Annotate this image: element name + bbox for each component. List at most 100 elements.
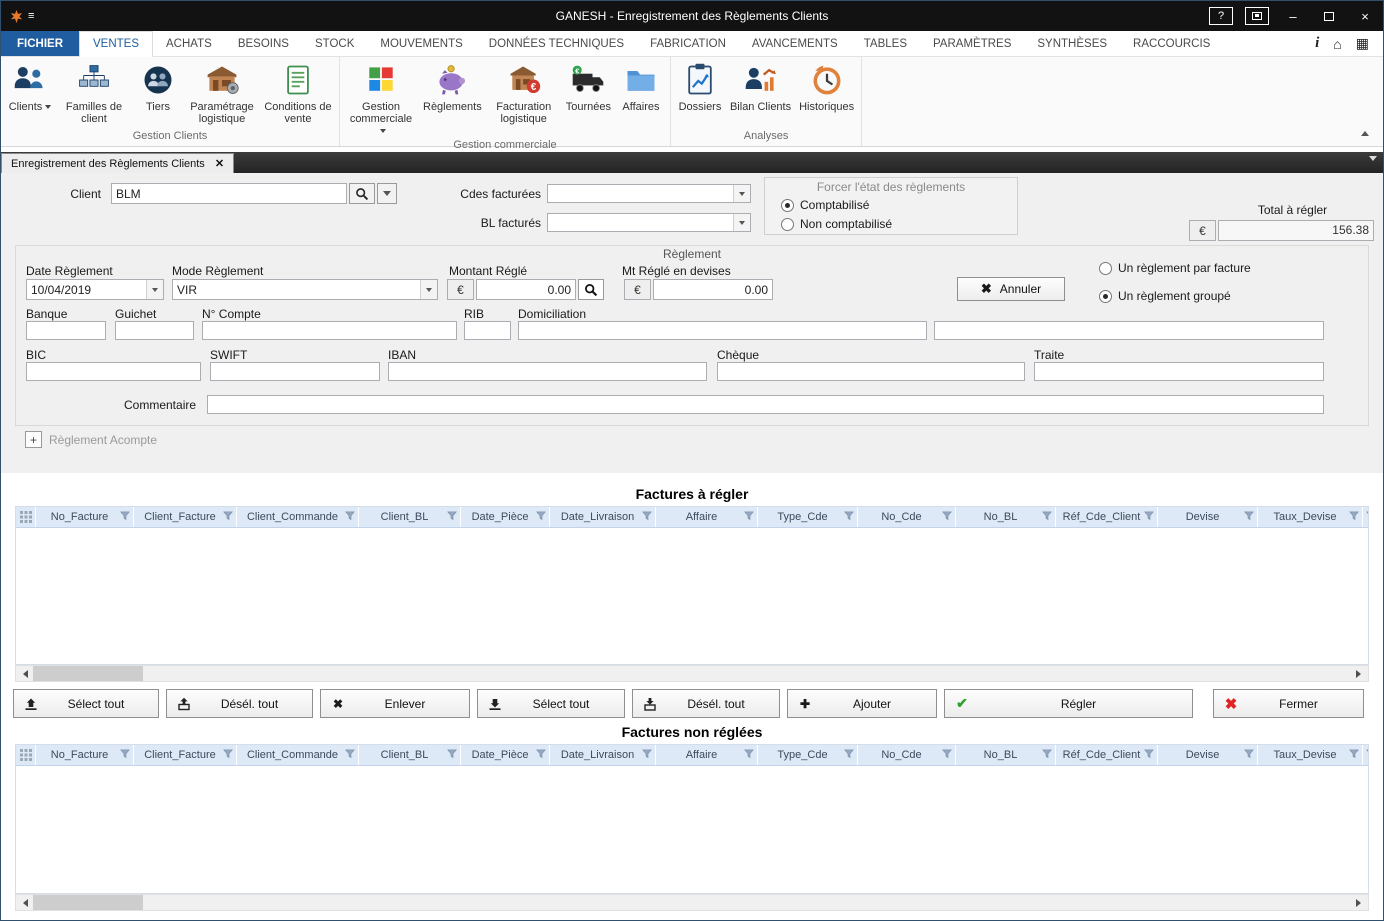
app-icon[interactable]: ≡ [9,9,34,24]
menu-tab-parametres[interactable]: PARAMÈTRES [920,31,1024,56]
close-button[interactable]: × [1347,1,1383,31]
filter-funnel-icon[interactable] [120,508,130,526]
radio-reglement-par-facture[interactable]: Un règlement par facture [1099,261,1251,275]
radio-reglement-groupe[interactable]: Un règlement groupé [1099,289,1231,303]
column-header-devise[interactable]: Devise [1158,507,1258,527]
filter-funnel-icon[interactable] [1144,746,1154,764]
ribbon-button-tournees[interactable]: €Tournées [562,58,615,113]
document-tab[interactable]: Enregistrement des Règlements Clients ✕ [1,153,234,173]
horizontal-scrollbar[interactable] [15,894,1369,911]
annuler-button[interactable]: ✖ Annuler [957,277,1065,301]
help-button[interactable]: ? [1203,1,1239,31]
column-header-ref-cde-client[interactable]: Réf_Cde_Client [1056,507,1158,527]
column-header-no-bl[interactable]: No_BL [956,507,1056,527]
filter-funnel-icon[interactable] [1349,508,1359,526]
minimize-button[interactable]: – [1275,1,1311,31]
column-header-no-bl[interactable]: No_BL [956,745,1056,765]
column-header-affaire[interactable]: Affaire [656,745,758,765]
ribbon-button-affaires[interactable]: Affaires [615,58,667,113]
filter-funnel-icon[interactable] [942,508,952,526]
menu-tab-fichier[interactable]: FICHIER [1,31,79,56]
scroll-right-button[interactable] [1351,666,1368,681]
cheque-input[interactable] [717,362,1025,381]
ribbon-button-clients[interactable]: Clients [4,58,56,113]
column-header-affaire[interactable]: Affaire [656,507,758,527]
column-header-client-bl[interactable]: Client_BL [359,507,461,527]
client-dropdown-button[interactable] [377,183,397,204]
horizontal-scrollbar[interactable] [15,665,1369,682]
column-header-a[interactable]: A [1363,507,1368,527]
compte-input[interactable] [202,321,457,340]
home-icon[interactable]: ⌂ [1333,36,1341,52]
filter-funnel-icon[interactable] [536,508,546,526]
menu-tab-donnees-techniques[interactable]: DONNÉES TECHNIQUES [476,31,637,56]
scrollbar-thumb[interactable] [33,895,143,910]
column-header-ref-cde-client[interactable]: Réf_Cde_Client [1056,745,1158,765]
info-icon[interactable]: i [1315,35,1319,52]
filter-funnel-icon[interactable] [1366,746,1368,764]
filter-funnel-icon[interactable] [223,746,233,764]
filter-funnel-icon[interactable] [942,746,952,764]
column-header-client-facture[interactable]: Client_Facture [134,745,237,765]
column-header-no-cde[interactable]: No_Cde [858,507,956,527]
filter-funnel-icon[interactable] [345,508,355,526]
ribbon-button-historiques[interactable]: Historiques [795,58,858,113]
menu-tab-stock[interactable]: STOCK [302,31,367,56]
filter-funnel-icon[interactable] [345,746,355,764]
column-header-client-facture[interactable]: Client_Facture [134,507,237,527]
popout-button[interactable] [1239,1,1275,31]
column-header-date-livraison[interactable]: Date_Livraison [550,745,656,765]
select-tout-button-4[interactable]: Sélect tout [477,689,625,718]
scroll-left-button[interactable] [16,666,33,681]
column-header-date-piece[interactable]: Date_Pièce [461,507,550,527]
menu-tab-raccourcis[interactable]: RACCOURCIS [1120,31,1223,56]
domiciliation-input[interactable] [518,321,927,340]
menu-tab-ventes[interactable]: VENTES [79,31,153,57]
acompte-expander-button[interactable]: + [25,431,42,448]
rib-input[interactable] [464,321,511,340]
filter-funnel-icon[interactable] [447,508,457,526]
system-menu-icon[interactable]: ≡ [28,10,34,22]
maximize-button[interactable] [1311,1,1347,31]
ribbon-button-reglements[interactable]: Règlements [419,58,486,113]
menu-tab-besoins[interactable]: BESOINS [225,31,302,56]
filter-funnel-icon[interactable] [120,746,130,764]
banque-input[interactable] [26,321,106,340]
column-header-no-facture[interactable]: No_Facture [36,507,134,527]
ajouter-button-6[interactable]: ✚Ajouter [787,689,937,718]
scrollbar-thumb[interactable] [33,666,143,681]
ribbon-button-familles-de-client[interactable]: Familles de client [56,58,132,125]
grid-select-all-cell[interactable] [16,745,36,765]
column-header-date-livraison[interactable]: Date_Livraison [550,507,656,527]
enlever-button-3[interactable]: ✖Enlever [320,689,470,718]
desel-tout-button-5[interactable]: Désél. tout [632,689,780,718]
scroll-left-button[interactable] [16,895,33,910]
select-tout-button-1[interactable]: Sélect tout [13,689,159,718]
montant-regle-input[interactable] [476,279,576,300]
column-header-no-facture[interactable]: No_Facture [36,745,134,765]
filter-funnel-icon[interactable] [844,746,854,764]
regler-button-7[interactable]: ✔Régler [944,689,1193,718]
ribbon-button-parametrage-logistique[interactable]: Paramétrage logistique [184,58,260,125]
menu-tab-avancements[interactable]: AVANCEMENTS [739,31,851,56]
client-input[interactable] [111,183,347,204]
scrollbar-track[interactable] [33,895,1351,910]
cdes-facturees-combo[interactable] [547,184,751,203]
ribbon-button-facturation-logistique[interactable]: €Facturation logistique [486,58,562,125]
filter-funnel-icon[interactable] [844,508,854,526]
traite-input[interactable] [1034,362,1324,381]
grid-body[interactable] [16,766,1368,893]
grid-icon[interactable]: ▦ [1356,35,1369,52]
ribbon-button-dossiers[interactable]: Dossiers [674,58,726,113]
filter-funnel-icon[interactable] [447,746,457,764]
filter-funnel-icon[interactable] [1244,746,1254,764]
menu-tab-mouvements[interactable]: MOUVEMENTS [367,31,475,56]
filter-funnel-icon[interactable] [1366,508,1368,526]
desel-tout-button-2[interactable]: Désél. tout [166,689,313,718]
column-header-type-cde[interactable]: Type_Cde [758,745,858,765]
column-header-date-piece[interactable]: Date_Pièce [461,745,550,765]
date-reglement-combo[interactable]: 10/04/2019 [26,279,164,300]
filter-funnel-icon[interactable] [744,508,754,526]
fermer-button-8[interactable]: ✖Fermer [1213,689,1364,718]
guichet-input[interactable] [115,321,194,340]
